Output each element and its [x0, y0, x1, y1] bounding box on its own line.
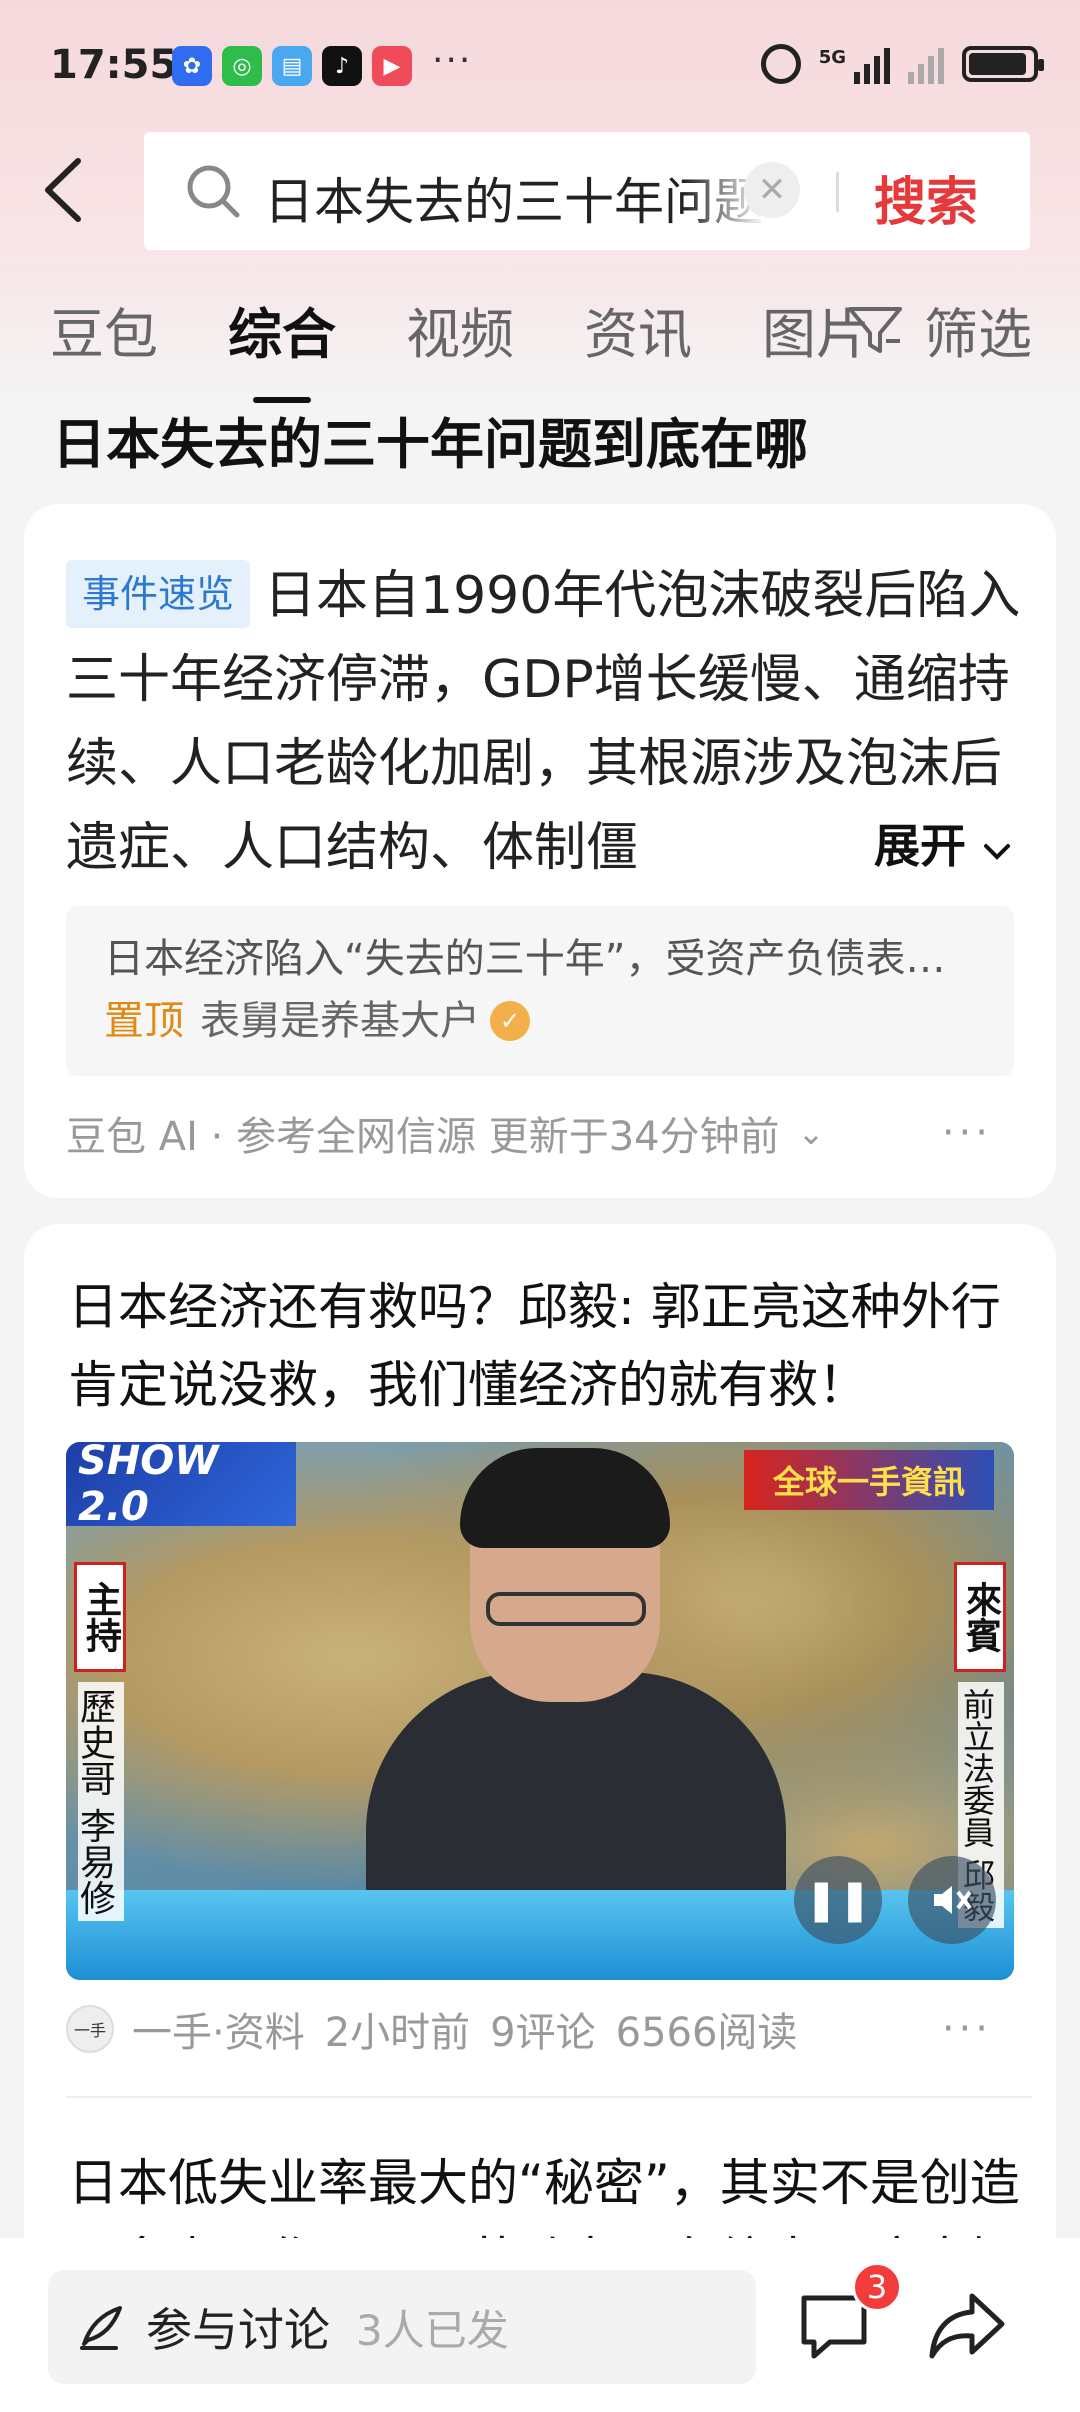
reference-author: 表舅是养基大户 — [200, 998, 480, 1044]
host-name: 歷史哥 李易修 — [74, 1682, 124, 1922]
share-icon[interactable] — [926, 2288, 1008, 2364]
search-box[interactable]: 日本失去的三十年问题到底在哪 ✕ 搜索 — [144, 132, 1030, 250]
join-discussion-input[interactable]: 参与讨论 3人已发 — [48, 2270, 756, 2384]
filter-button[interactable]: 筛选 — [846, 290, 1032, 369]
channel-logo: 全球一手資訊 — [744, 1450, 994, 1510]
discuss-count: 3人已发 — [356, 2305, 509, 2355]
verified-icon: ✓ — [490, 1001, 530, 1041]
host-tag: 主持 — [74, 1562, 126, 1672]
chevron-left-icon — [45, 158, 81, 222]
expand-label: 展开 — [873, 819, 966, 873]
news-time: 2小时前 — [324, 2010, 471, 2056]
status-time: 17:55 — [50, 42, 178, 88]
ai-source-info: 豆包 AI · 参考全网信源 更新于34分钟前 — [66, 1114, 780, 1160]
tab-video[interactable]: 视频 — [406, 290, 514, 369]
video-app-icon: ▶ — [372, 46, 412, 86]
pause-icon: ❚❚ — [804, 1877, 872, 1923]
tencent-app-icon: ✿ — [172, 46, 212, 86]
alarm-icon — [760, 44, 801, 84]
search-button[interactable]: 搜索 — [874, 160, 978, 235]
notification-app-icons: ✿ ◎ ▤ ♪ ▶ — [172, 46, 412, 86]
filter-label: 筛选 — [924, 303, 1032, 366]
mute-button[interactable] — [908, 1856, 996, 1944]
signal-secondary-icon — [908, 44, 944, 84]
video-speaker — [366, 1442, 786, 1932]
show-logo: SHOW 2.0 — [66, 1442, 296, 1530]
news-title[interactable]: 日本经济还有救吗？邱毅: 郭正亮这种外行肯定说没救，我们懂经济的就有救！ — [68, 1268, 1034, 1424]
tab-comprehensive[interactable]: 综合 — [228, 290, 336, 369]
system-status: 5G — [760, 44, 1044, 84]
clear-search-button[interactable]: ✕ — [744, 162, 800, 218]
filter-icon — [848, 306, 902, 353]
close-icon: ✕ — [757, 170, 787, 210]
tab-doubao[interactable]: 豆包 — [50, 290, 158, 369]
reference-source-box[interactable]: 日本经济陷入“失去的三十年”，受资产负债表… 置顶 表舅是养基大户 ✓ — [66, 906, 1014, 1076]
back-button[interactable] — [40, 150, 100, 230]
search-input[interactable]: 日本失去的三十年问题到底在哪 — [264, 162, 764, 234]
news-comments: 9评论 — [490, 2010, 596, 2056]
result-tabs: 豆包 综合 视频 资讯 图片 — [50, 290, 940, 369]
news-meta: 一手 一手·资料 2小时前 9评论 6566阅读 ··· — [66, 2000, 1032, 2058]
tiktok-icon: ♪ — [322, 46, 362, 86]
chevron-down-icon[interactable]: ⌄ — [798, 1114, 825, 1152]
more-options-icon[interactable]: ··· — [942, 1110, 992, 1156]
ai-summary-card[interactable]: 事件速览 日本自1990年代泡沫破裂后陷入三十年经济停滞，GDP增长缓慢、通缩持续… — [24, 504, 1056, 1198]
discuss-label: 参与讨论 — [146, 2303, 330, 2357]
tab-news[interactable]: 资讯 — [584, 290, 692, 369]
pause-button[interactable]: ❚❚ — [794, 1856, 882, 1944]
more-notifications-icon: ··· — [432, 40, 473, 81]
signal-icon — [854, 44, 890, 84]
search-divider — [836, 172, 839, 212]
news-result-card[interactable]: 日本经济还有救吗？邱毅: 郭正亮这种外行肯定说没救，我们懂经济的就有救！ SHO… — [24, 1224, 1056, 2412]
speaker-muted-icon — [934, 1886, 972, 1914]
pinned-label: 置顶 — [104, 998, 184, 1044]
search-icon — [187, 165, 240, 218]
wechat-icon: ◎ — [222, 46, 262, 86]
news-reads: 6566阅读 — [615, 2010, 798, 2056]
book-icon: ▤ — [272, 46, 312, 86]
more-options-icon[interactable]: ··· — [942, 2006, 992, 2052]
status-bar: 17:55 ✿ ◎ ▤ ♪ ▶ ··· 5G — [0, 0, 1080, 140]
query-title: 日本失去的三十年问题到底在哪 — [52, 413, 808, 476]
pen-icon — [80, 2306, 122, 2350]
video-player[interactable]: SHOW 2.0 全球一手資訊 主持 歷史哥 李易修 來賓 前立法委員 邱毅 ❚… — [66, 1442, 1014, 1980]
network-type: 5G — [818, 46, 846, 68]
chevron-down-icon — [984, 844, 1010, 860]
expand-button[interactable]: 展开 — [783, 804, 1012, 888]
comment-count-badge: 3 — [852, 2262, 902, 2312]
news-source[interactable]: 一手·资料 — [132, 2000, 305, 2058]
source-avatar[interactable]: 一手 — [66, 2005, 114, 2053]
ai-card-footer: 豆包 AI · 参考全网信源 更新于34分钟前 ⌄ ··· — [66, 1104, 1032, 1162]
battery-icon — [962, 46, 1044, 82]
guest-tag: 來賓 — [954, 1562, 1006, 1672]
reference-snippet: 日本经济陷入“失去的三十年”，受资产负债表… — [104, 936, 946, 982]
event-overview-badge: 事件速览 — [66, 560, 251, 628]
reference-author-row: 置顶 表舅是养基大户 ✓ — [104, 990, 976, 1052]
bottom-action-bar: 参与讨论 3人已发 3 — [0, 2238, 1080, 2412]
divider — [66, 2096, 1032, 2098]
